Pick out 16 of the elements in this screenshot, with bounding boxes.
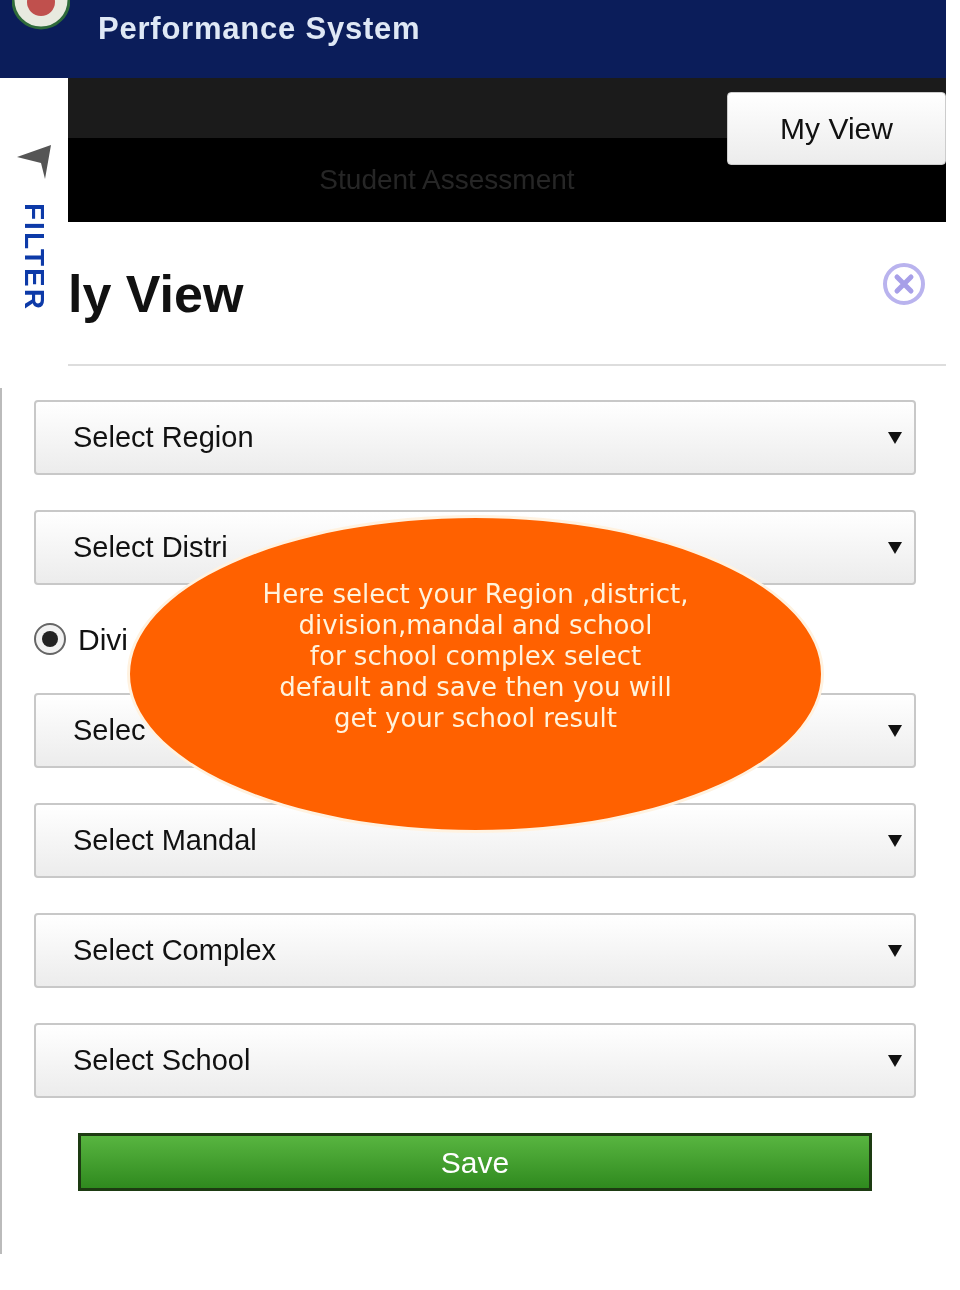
radio-label: Divi [78,621,128,658]
caret-icon [888,541,902,554]
caret-icon [888,1054,902,1067]
caret-icon [888,431,902,444]
select-field[interactable]: Select Region [34,400,916,475]
my-view-button[interactable]: My View [727,92,946,165]
app-title: Performance System [98,10,421,48]
select-field[interactable]: Select Complex [34,913,916,988]
emblem-icon [12,0,70,32]
radio-button[interactable] [34,623,66,655]
callout-text: Here select your Region ,district, division,mandal and school for school complex select default and save then you will get your school result [262,578,689,734]
select-field[interactable]: Select School [34,1023,916,1098]
dialog-title: ly View [68,268,244,325]
caret-icon [888,724,902,737]
caret-icon [888,944,902,957]
caret-icon [888,834,902,847]
